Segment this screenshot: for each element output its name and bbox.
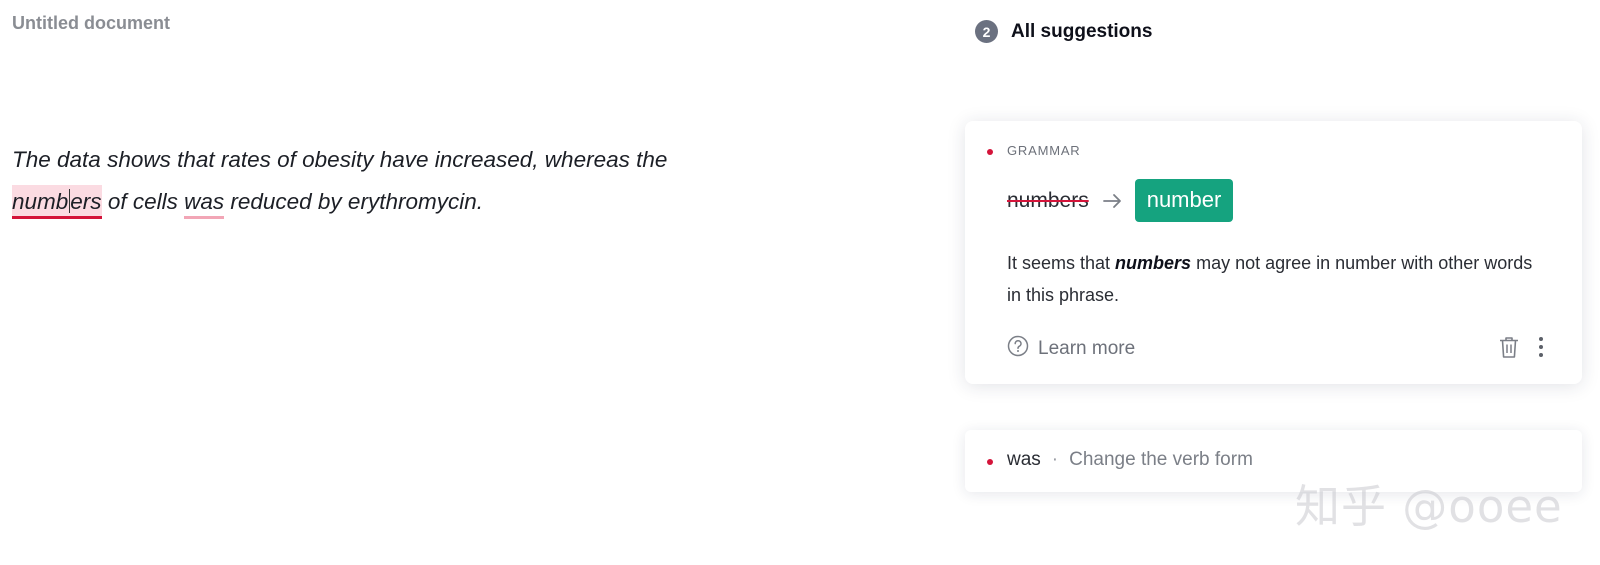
flagged-word-was[interactable]: was: [184, 189, 225, 219]
arrow-right-icon: [1102, 193, 1123, 209]
document-editor[interactable]: The data shows that rates of obesity hav…: [12, 139, 772, 223]
explanation-highlight: numbers: [1115, 253, 1192, 273]
watermark: 知乎 @ooee: [1295, 480, 1563, 533]
suggestion-hint: Change the verb form: [1069, 449, 1253, 470]
flagged-word-part-b: ers: [70, 189, 102, 214]
suggestion-summary: was · Change the verb form: [1007, 449, 1253, 471]
suggestions-count-badge: 2: [975, 20, 998, 43]
flagged-word-numbers[interactable]: numbers: [12, 185, 102, 219]
document-title[interactable]: Untitled document: [12, 13, 170, 34]
severity-dot: [987, 149, 993, 155]
document-text-end: reduced by erythromycin.: [224, 189, 483, 214]
flagged-word-part-a: numb: [12, 189, 69, 214]
suggestions-header: 2 All suggestions: [975, 20, 1152, 43]
suggestion-category: GRAMMAR: [1007, 143, 1081, 158]
original-word: numbers: [1007, 188, 1089, 212]
page: Untitled document The data shows that ra…: [0, 0, 1600, 565]
learn-more-label: Learn more: [1038, 338, 1136, 359]
severity-dot: [987, 459, 993, 465]
separator-dot: ·: [1051, 449, 1059, 470]
suggestion-card-grammar[interactable]: GRAMMAR numbers number It seems that num…: [965, 121, 1582, 384]
more-vertical-icon[interactable]: [1535, 334, 1547, 360]
learn-more-link[interactable]: Learn more: [1007, 335, 1135, 363]
question-circle-icon: [1007, 335, 1029, 363]
accept-replacement-button[interactable]: number: [1134, 179, 1234, 222]
replacement-row: numbers number: [1007, 179, 1234, 222]
document-line-1: The data shows that rates of obesity hav…: [12, 147, 668, 172]
suggestions-title[interactable]: All suggestions: [1011, 21, 1152, 43]
suggestion-word: was: [1007, 449, 1041, 470]
trash-icon[interactable]: [1496, 334, 1522, 360]
explanation-text: It seems that: [1007, 253, 1116, 273]
suggestion-explanation: It seems that numbers may not agree in n…: [1007, 247, 1547, 311]
document-text: of cells: [101, 189, 185, 214]
